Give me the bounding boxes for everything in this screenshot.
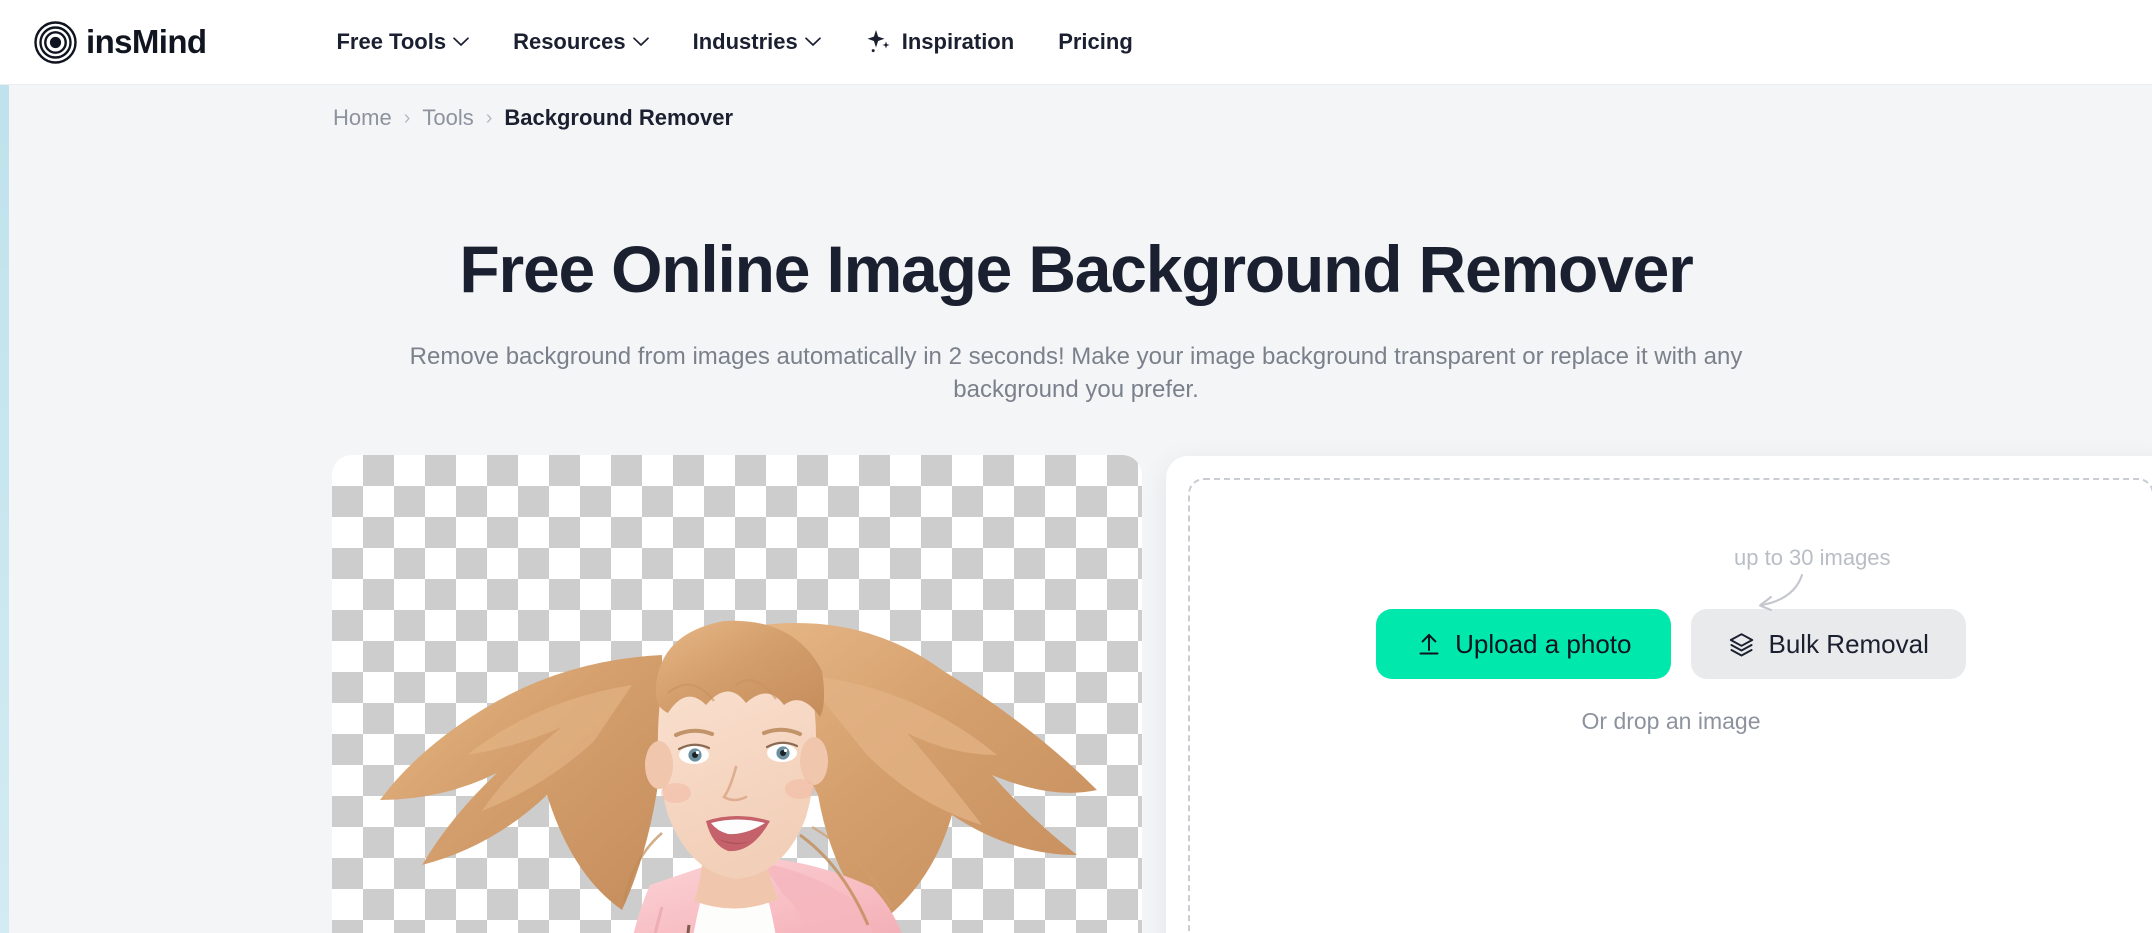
drop-hint-text: Or drop an image	[1581, 708, 1761, 734]
nav-item-inspiration[interactable]: Inspiration	[843, 20, 1036, 64]
upload-actions: Upload a photo Bulk Removal	[1190, 609, 2152, 679]
page-title: Free Online Image Background Remover	[459, 232, 1693, 306]
breadcrumb-item-tools[interactable]: Tools	[422, 105, 473, 131]
chevron-down-icon	[453, 37, 469, 46]
insmind-target-icon	[34, 20, 77, 64]
preview-image-panel	[332, 455, 1142, 933]
bulk-limit-tip: up to 30 images	[1734, 545, 1891, 570]
layers-icon	[1730, 632, 1754, 656]
nav-item-free-tools[interactable]: Free Tools	[314, 21, 491, 63]
breadcrumb-separator: ›	[403, 106, 411, 129]
bulk-removal-label: Bulk Removal	[1768, 628, 1929, 659]
nav-label: Pricing	[1058, 29, 1133, 54]
upload-card: Upload a photo Bulk Removal Or drop an i…	[1166, 456, 2152, 933]
sparkle-icon	[867, 30, 890, 53]
nav-label: Resources	[513, 29, 626, 54]
breadcrumb-current: Background Remover	[504, 105, 734, 130]
nav-item-industries[interactable]: Industries	[671, 21, 843, 63]
preview-subject-image	[380, 620, 1097, 933]
chevron-down-icon	[804, 37, 821, 46]
nav-label: Inspiration	[901, 29, 1015, 54]
page-body: Home › Tools › Background Remover Free O…	[0, 85, 2152, 933]
nav-label: Industries	[692, 29, 798, 54]
upload-photo-button[interactable]: Upload a photo	[1376, 609, 1672, 679]
nav-item-pricing[interactable]: Pricing	[1036, 21, 1155, 63]
nav-label: Free Tools	[336, 29, 447, 54]
dropzone[interactable]: Upload a photo Bulk Removal Or drop an i…	[1188, 478, 2152, 933]
upload-photo-label: Upload a photo	[1455, 628, 1632, 659]
bulk-removal-button[interactable]: Bulk Removal	[1691, 609, 1966, 679]
brand-name: insMind	[86, 23, 207, 60]
upload-icon	[1419, 634, 1439, 655]
chevron-down-icon	[632, 37, 649, 46]
main-nav: Free Tools Resources Industries Inspirat…	[314, 20, 1154, 64]
page-subtitle: Remove background from images automatica…	[409, 343, 1743, 404]
brand-logo[interactable]: insMind	[34, 20, 207, 64]
curved-arrow-icon	[1758, 573, 1804, 612]
left-edge-accent-strip	[0, 85, 9, 933]
breadcrumb-separator: ›	[485, 106, 493, 129]
breadcrumb-item-home[interactable]: Home	[333, 105, 392, 131]
site-header: insMind Free Tools Resources Industries	[0, 0, 2152, 85]
nav-item-resources[interactable]: Resources	[491, 21, 671, 63]
breadcrumb: Home › Tools › Background Remover	[333, 105, 733, 131]
